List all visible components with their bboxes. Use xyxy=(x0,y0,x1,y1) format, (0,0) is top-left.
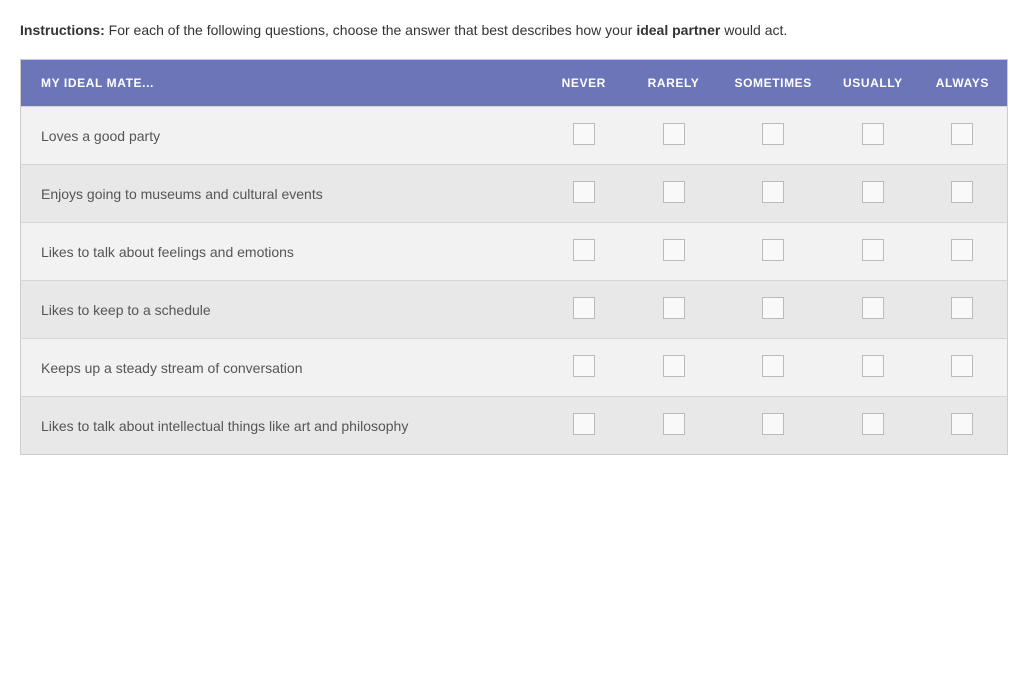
checkbox-rarely-5[interactable] xyxy=(663,355,685,377)
checkbox-always-4[interactable] xyxy=(951,297,973,319)
instructions-label: Instructions: xyxy=(20,22,105,38)
instructions-emphasis: ideal partner xyxy=(636,22,720,38)
table-row: Keeps up a steady stream of conversation xyxy=(21,339,1008,397)
header-mate: MY IDEAL MATE... xyxy=(21,60,539,107)
cell-sometimes-2 xyxy=(718,165,828,223)
cell-rarely-1 xyxy=(629,107,719,165)
cell-rarely-5 xyxy=(629,339,719,397)
checkbox-never-1[interactable] xyxy=(573,123,595,145)
checkbox-usually-1[interactable] xyxy=(862,123,884,145)
cell-never-5 xyxy=(539,339,629,397)
cell-usually-2 xyxy=(828,165,918,223)
checkbox-always-6[interactable] xyxy=(951,413,973,435)
cell-rarely-4 xyxy=(629,281,719,339)
cell-rarely-6 xyxy=(629,397,719,455)
checkbox-rarely-4[interactable] xyxy=(663,297,685,319)
checkbox-usually-2[interactable] xyxy=(862,181,884,203)
instructions-text: Instructions: For each of the following … xyxy=(20,20,1008,41)
row-label-1: Loves a good party xyxy=(21,107,539,165)
checkbox-usually-6[interactable] xyxy=(862,413,884,435)
row-label-6: Likes to talk about intellectual things … xyxy=(21,397,539,455)
cell-never-3 xyxy=(539,223,629,281)
cell-sometimes-5 xyxy=(718,339,828,397)
header-sometimes: SOMETIMES xyxy=(718,60,828,107)
cell-sometimes-6 xyxy=(718,397,828,455)
cell-never-4 xyxy=(539,281,629,339)
cell-rarely-3 xyxy=(629,223,719,281)
cell-sometimes-3 xyxy=(718,223,828,281)
cell-never-1 xyxy=(539,107,629,165)
cell-never-2 xyxy=(539,165,629,223)
checkbox-sometimes-4[interactable] xyxy=(762,297,784,319)
cell-usually-1 xyxy=(828,107,918,165)
row-label-2: Enjoys going to museums and cultural eve… xyxy=(21,165,539,223)
row-label-4: Likes to keep to a schedule xyxy=(21,281,539,339)
cell-usually-5 xyxy=(828,339,918,397)
instructions-suffix: would act. xyxy=(720,22,787,38)
cell-sometimes-1 xyxy=(718,107,828,165)
cell-usually-4 xyxy=(828,281,918,339)
cell-always-6 xyxy=(918,397,1008,455)
cell-usually-3 xyxy=(828,223,918,281)
cell-always-2 xyxy=(918,165,1008,223)
header-usually: USUALLY xyxy=(828,60,918,107)
checkbox-sometimes-5[interactable] xyxy=(762,355,784,377)
header-rarely: RARELY xyxy=(629,60,719,107)
checkbox-usually-5[interactable] xyxy=(862,355,884,377)
checkbox-sometimes-2[interactable] xyxy=(762,181,784,203)
cell-always-1 xyxy=(918,107,1008,165)
cell-never-6 xyxy=(539,397,629,455)
checkbox-always-1[interactable] xyxy=(951,123,973,145)
table-header-row: MY IDEAL MATE... NEVER RARELY SOMETIMES … xyxy=(21,60,1008,107)
cell-always-5 xyxy=(918,339,1008,397)
checkbox-always-2[interactable] xyxy=(951,181,973,203)
checkbox-always-5[interactable] xyxy=(951,355,973,377)
cell-usually-6 xyxy=(828,397,918,455)
checkbox-usually-3[interactable] xyxy=(862,239,884,261)
checkbox-rarely-2[interactable] xyxy=(663,181,685,203)
checkbox-rarely-3[interactable] xyxy=(663,239,685,261)
checkbox-sometimes-6[interactable] xyxy=(762,413,784,435)
checkbox-sometimes-3[interactable] xyxy=(762,239,784,261)
table-row: Likes to talk about intellectual things … xyxy=(21,397,1008,455)
survey-table: MY IDEAL MATE... NEVER RARELY SOMETIMES … xyxy=(20,59,1008,455)
cell-rarely-2 xyxy=(629,165,719,223)
table-row: Enjoys going to museums and cultural eve… xyxy=(21,165,1008,223)
row-label-5: Keeps up a steady stream of conversation xyxy=(21,339,539,397)
checkbox-rarely-6[interactable] xyxy=(663,413,685,435)
header-always: ALWAYS xyxy=(918,60,1008,107)
cell-sometimes-4 xyxy=(718,281,828,339)
row-label-3: Likes to talk about feelings and emotion… xyxy=(21,223,539,281)
checkbox-never-6[interactable] xyxy=(573,413,595,435)
cell-always-3 xyxy=(918,223,1008,281)
checkbox-always-3[interactable] xyxy=(951,239,973,261)
table-row: Likes to keep to a schedule xyxy=(21,281,1008,339)
cell-always-4 xyxy=(918,281,1008,339)
checkbox-never-2[interactable] xyxy=(573,181,595,203)
table-row: Loves a good party xyxy=(21,107,1008,165)
instructions-body: For each of the following questions, cho… xyxy=(105,22,637,38)
checkbox-rarely-1[interactable] xyxy=(663,123,685,145)
checkbox-never-3[interactable] xyxy=(573,239,595,261)
checkbox-sometimes-1[interactable] xyxy=(762,123,784,145)
table-row: Likes to talk about feelings and emotion… xyxy=(21,223,1008,281)
header-never: NEVER xyxy=(539,60,629,107)
checkbox-never-5[interactable] xyxy=(573,355,595,377)
checkbox-usually-4[interactable] xyxy=(862,297,884,319)
checkbox-never-4[interactable] xyxy=(573,297,595,319)
